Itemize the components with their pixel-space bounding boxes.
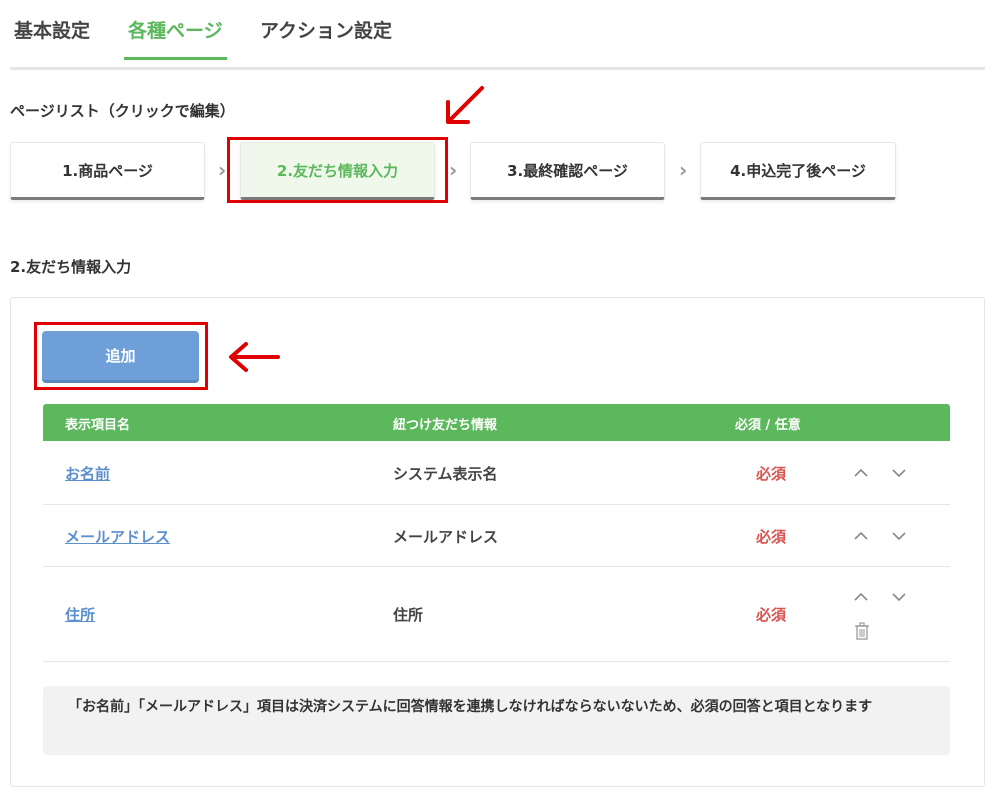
- highlight-box: [34, 322, 208, 390]
- trash-icon[interactable]: [854, 622, 870, 640]
- table-row: メールアドレス メールアドレス 必須: [43, 505, 950, 567]
- page-step-3[interactable]: 3.最終確認ページ: [470, 142, 665, 200]
- chevron-up-icon[interactable]: [852, 527, 870, 545]
- chevron-down-icon[interactable]: [890, 527, 908, 545]
- table-header: 表示項目名 紐つけ友だち情報 必須 / 任意: [43, 404, 950, 441]
- chevron-down-icon[interactable]: [890, 464, 908, 482]
- required-badge: 必須: [756, 606, 787, 624]
- info-note: 「お名前」「メールアドレス」項目は決済システムに回答情報を連携しなければならない…: [43, 686, 950, 755]
- column-header-required: 必須 / 任意: [735, 418, 801, 433]
- column-header-linked: 紐つけ友だち情報: [393, 418, 498, 433]
- highlight-box: [227, 137, 448, 203]
- chevron-up-icon[interactable]: [852, 588, 870, 606]
- tab-pages[interactable]: 各種ページ: [124, 16, 227, 60]
- row-name-link[interactable]: 住所: [65, 604, 95, 625]
- table-row: お名前 システム表示名 必須: [43, 441, 950, 505]
- row-linked-info: 住所: [393, 606, 424, 624]
- row-name-link[interactable]: メールアドレス: [65, 526, 170, 547]
- row-name-link[interactable]: お名前: [65, 463, 110, 484]
- chevron-right-icon: ›: [679, 158, 688, 182]
- chevron-right-icon: ›: [218, 158, 227, 182]
- column-header-name: 表示項目名: [65, 418, 131, 433]
- page-step-4[interactable]: 4.申込完了後ページ: [700, 142, 896, 200]
- page-list-title: ページリスト（クリックで編集）: [10, 102, 235, 120]
- tab-action-settings[interactable]: アクション設定: [260, 16, 392, 56]
- tab-basic-settings[interactable]: 基本設定: [14, 16, 90, 56]
- required-badge: 必須: [756, 465, 787, 483]
- chevron-right-icon: ›: [449, 158, 458, 182]
- annotation-arrow-icon: [229, 342, 280, 372]
- table-row: 住所 住所 必須: [43, 567, 950, 662]
- tab-bar: 基本設定 各種ページ アクション設定: [10, 0, 985, 70]
- row-linked-info: メールアドレス: [393, 528, 499, 546]
- row-linked-info: システム表示名: [393, 465, 498, 483]
- chevron-up-icon[interactable]: [852, 464, 870, 482]
- page-step-1[interactable]: 1.商品ページ: [10, 142, 205, 200]
- detail-title: 2.友だち情報入力: [10, 258, 132, 276]
- chevron-down-icon[interactable]: [890, 588, 908, 606]
- required-badge: 必須: [756, 528, 787, 546]
- annotation-arrow-icon: [446, 86, 484, 124]
